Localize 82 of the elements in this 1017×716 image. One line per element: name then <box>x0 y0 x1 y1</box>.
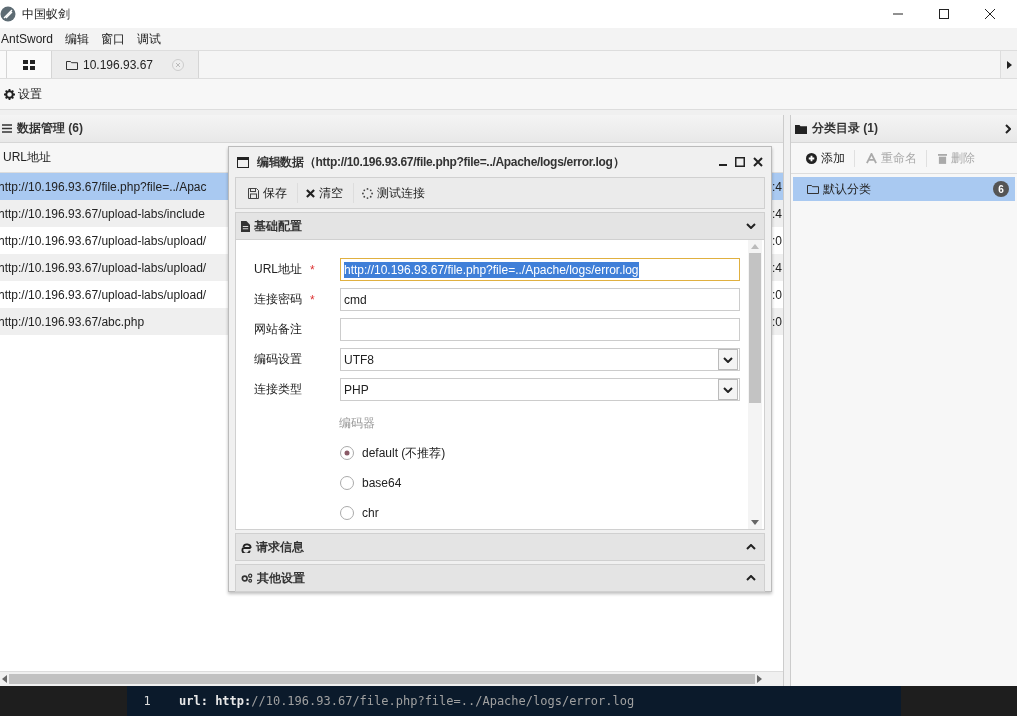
chevron-down-icon <box>723 386 733 393</box>
chevron-up-icon <box>746 544 756 550</box>
settings-icon <box>4 88 15 100</box>
count-badge: 6 <box>993 181 1009 197</box>
panel-title: 分类目录 (1) <box>812 120 878 137</box>
table-cell: :0 <box>772 314 783 329</box>
triangle-right-icon <box>1006 60 1012 69</box>
maximize-icon[interactable] <box>939 9 949 19</box>
field-label: 网站备注 <box>254 321 303 338</box>
radio-button[interactable] <box>340 446 354 460</box>
scrollbar-thumb[interactable] <box>749 253 761 403</box>
table-cell: :0 <box>772 287 783 302</box>
triangle-left-icon <box>2 675 7 683</box>
letter-a-icon <box>866 152 877 164</box>
input-field[interactable]: http://10.196.93.67/file.php?file=../Apache/logs/error.log <box>340 258 740 281</box>
required-mark: * <box>309 262 316 277</box>
triangle-up-icon <box>751 244 759 249</box>
chevron-down-icon <box>723 356 733 363</box>
menu-item[interactable]: 调试 <box>131 30 168 48</box>
triangle-right-icon <box>757 675 762 683</box>
dialog-title: 编辑数据（http://10.196.93.67/file.php?file=../Apache/logs/error.log） <box>257 153 625 171</box>
table-cell: :4 <box>772 206 783 221</box>
window-icon <box>237 156 249 168</box>
folder-icon <box>65 59 78 70</box>
radio-label: base64 <box>362 476 402 490</box>
close-icon[interactable] <box>985 9 995 19</box>
gears-icon <box>241 573 253 583</box>
window-title: 中国蚁剑 <box>22 5 70 23</box>
close-icon[interactable] <box>753 157 763 167</box>
folder-icon <box>795 123 807 134</box>
plus-circle-icon <box>806 152 817 164</box>
radio-label: default (不推荐) <box>362 444 446 462</box>
menu-item[interactable]: 编辑 <box>59 30 96 48</box>
folder-icon <box>807 184 819 194</box>
field-label: 编码设置 <box>254 351 303 368</box>
settings-button[interactable]: 设置 <box>0 85 46 103</box>
scroll-right-button[interactable] <box>1000 51 1017 78</box>
menu-item[interactable]: 窗口 <box>95 30 132 48</box>
floppy-icon <box>248 187 259 199</box>
grid-icon <box>23 59 35 70</box>
field-label: URL地址 <box>254 261 303 278</box>
list-icon <box>2 124 12 133</box>
tab[interactable]: 10.196.93.67 <box>52 51 199 78</box>
chevron-up-icon <box>746 575 756 581</box>
table-cell: :0 <box>772 233 783 248</box>
scrollbar-thumb[interactable] <box>9 674 755 684</box>
input-field[interactable]: cmd <box>340 288 740 311</box>
section-header[interactable]: 其他设置 <box>235 564 765 592</box>
trash-icon <box>938 152 947 164</box>
code-line: url: http://10.196.93.67/file.php?file=../Apache/logs/error.log <box>179 694 635 708</box>
field-label: 连接类型 <box>254 381 303 398</box>
vertical-scrollbar[interactable] <box>748 240 762 529</box>
radio-button[interactable] <box>340 476 354 490</box>
menu-item[interactable]: AntSword <box>0 32 60 46</box>
toolbar-button[interactable]: 保存 <box>240 183 298 203</box>
category-item[interactable]: 默认分类 6 <box>793 177 1015 201</box>
input-field[interactable] <box>340 318 740 341</box>
cross-icon <box>306 188 315 198</box>
triangle-down-icon <box>751 520 759 525</box>
document-icon <box>241 220 250 232</box>
section-header[interactable]: 请求信息 <box>235 533 765 561</box>
section-header[interactable]: 基础配置 <box>235 212 765 240</box>
toolbar-button[interactable]: 添加 <box>797 149 855 167</box>
radio-button[interactable] <box>340 506 354 520</box>
toolbar-button[interactable]: 测试连接 <box>354 183 435 203</box>
radio-label: chr <box>362 506 379 520</box>
toolbar-button[interactable]: 清空 <box>298 183 354 203</box>
spinner-icon <box>362 187 373 199</box>
horizontal-scrollbar[interactable] <box>0 671 783 686</box>
chevron-down-icon <box>746 223 756 229</box>
table-cell: :4 <box>772 179 783 194</box>
dropdown[interactable]: UTF8 <box>340 348 740 371</box>
line-number: 1 <box>142 694 152 708</box>
chevron-right-icon <box>1005 123 1011 134</box>
required-mark: * <box>309 292 316 307</box>
dropdown[interactable]: PHP <box>340 378 740 401</box>
field-label: 连接密码 <box>254 291 303 308</box>
panel-title: 数据管理 (6) <box>17 120 83 137</box>
e-letter-icon <box>241 541 252 553</box>
maximize-icon[interactable] <box>735 157 745 167</box>
table-cell: :4 <box>772 260 783 275</box>
group-label: 编码器 <box>339 414 376 432</box>
